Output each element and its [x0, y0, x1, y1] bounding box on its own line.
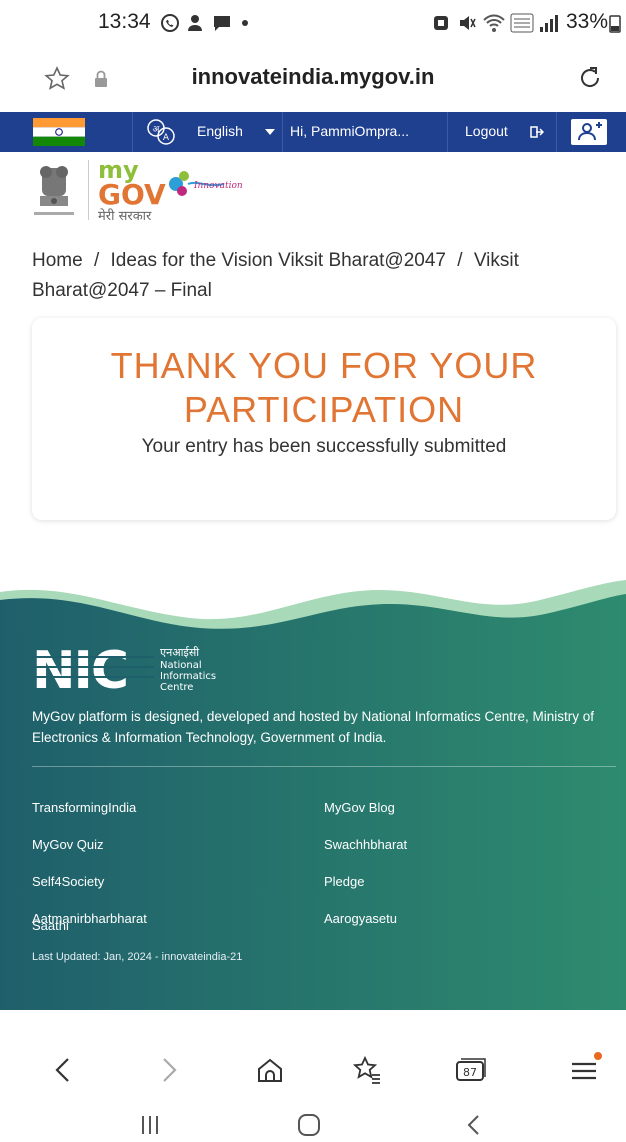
- home-icon[interactable]: [256, 1056, 284, 1084]
- footer-last-updated: Last Updated: Jan, 2024 - innovateindia-…: [32, 951, 243, 963]
- footer-link-mygov-quiz[interactable]: MyGov Quiz: [32, 837, 104, 852]
- forward-icon[interactable]: [158, 1056, 180, 1084]
- recent-apps-icon[interactable]: [138, 1114, 162, 1136]
- thank-you-title: THANK YOU FOR YOUR PARTICIPATION: [32, 344, 616, 432]
- url-text[interactable]: innovateindia.mygov.in: [0, 64, 626, 90]
- svg-text:A: A: [163, 133, 170, 143]
- svg-text:National: National: [160, 660, 202, 671]
- footer-background: [0, 580, 626, 1010]
- svg-text:NIC: NIC: [32, 644, 127, 696]
- notification-person-icon: [188, 15, 202, 31]
- svg-text:87: 87: [463, 1066, 477, 1079]
- breadcrumb: Home / Ideas for the Vision Viksit Bhara…: [32, 246, 592, 306]
- breadcrumb-separator: /: [93, 250, 100, 271]
- more-dot-icon: [242, 20, 248, 26]
- svg-text:मेरी सरकार: मेरी सरकार: [98, 208, 152, 224]
- footer-link-mygov-blog[interactable]: MyGov Blog: [324, 800, 395, 815]
- breadcrumb-separator: /: [457, 250, 463, 271]
- chevron-down-icon: [265, 129, 275, 135]
- thank-you-title-line1: THANK YOU FOR YOUR: [110, 345, 538, 386]
- svg-text:Centre: Centre: [160, 682, 193, 693]
- status-time: 13:34: [98, 10, 151, 33]
- thank-you-title-line2: PARTICIPATION: [183, 389, 465, 430]
- whatsapp-icon: [161, 14, 179, 32]
- svg-text:एनआईसी: एनआईसी: [160, 646, 199, 659]
- logout-link[interactable]: Logout: [465, 123, 508, 139]
- message-icon: [214, 16, 230, 31]
- svg-text:Innovation: Innovation: [193, 181, 243, 191]
- language-selector[interactable]: English: [197, 123, 243, 139]
- battery-percentage: 33%: [566, 10, 609, 33]
- svg-text:अ: अ: [153, 125, 161, 135]
- translate-icon[interactable]: अ A: [146, 118, 176, 146]
- svg-text:Informatics: Informatics: [160, 671, 216, 682]
- reload-icon[interactable]: [576, 64, 604, 92]
- footer-link-aarogyasetu[interactable]: Aarogyasetu: [324, 911, 397, 926]
- tabs-icon[interactable]: 87: [454, 1056, 488, 1084]
- svg-text:GOV: GOV: [98, 178, 166, 211]
- thank-you-card: THANK YOU FOR YOUR PARTICIPATION Your en…: [32, 318, 616, 520]
- footer-link-transformingindia[interactable]: TransformingIndia: [32, 800, 136, 815]
- footer-link-saathi[interactable]: Saathi: [32, 918, 69, 933]
- user-greeting[interactable]: Hi, PammiOmpra...: [290, 123, 409, 139]
- logout-icon[interactable]: [530, 125, 544, 139]
- site-footer: NIC एनआईसी National Informatics Centre M…: [0, 560, 626, 1010]
- national-emblem-icon: [34, 166, 74, 215]
- breadcrumb-section[interactable]: Ideas for the Vision Viksit Bharat@2047: [111, 250, 446, 271]
- browser-toolbar: 87: [0, 1040, 626, 1100]
- bookmarks-icon[interactable]: [352, 1055, 382, 1085]
- volte-icon: [510, 13, 534, 33]
- footer-description: MyGov platform is designed, developed an…: [32, 709, 595, 745]
- back-icon[interactable]: [52, 1056, 74, 1084]
- nic-logo[interactable]: NIC एनआईसी National Informatics Centre: [32, 644, 262, 696]
- menu-icon[interactable]: [568, 1050, 604, 1084]
- battery-icon: [609, 15, 621, 33]
- mute-icon: [460, 16, 476, 30]
- alarm-icon: [434, 16, 448, 30]
- footer-link-swachhbharat[interactable]: Swachhbharat: [324, 837, 407, 852]
- signal-icon: [540, 15, 558, 32]
- submission-success-message: Your entry has been successfully submitt…: [141, 436, 507, 457]
- logo-row: my GOV Innovation मेरी सरकार: [0, 156, 626, 226]
- footer-link-pledge[interactable]: Pledge: [324, 874, 364, 889]
- home-button-icon[interactable]: [296, 1112, 322, 1138]
- breadcrumb-home[interactable]: Home: [32, 250, 83, 271]
- accessibility-user-icon[interactable]: [570, 118, 608, 146]
- status-bar: 13:34 33%: [0, 0, 626, 46]
- top-navigation-bar: अ A English Hi, PammiOmpra... Logout: [0, 112, 626, 152]
- footer-link-self4society[interactable]: Self4Society: [32, 874, 104, 889]
- system-navigation-bar: [0, 1106, 626, 1142]
- browser-url-bar[interactable]: innovateindia.mygov.in: [0, 52, 626, 104]
- wifi-icon: [483, 14, 505, 32]
- india-flag-icon: [33, 118, 85, 146]
- footer-divider: [32, 766, 616, 767]
- system-back-icon[interactable]: [464, 1113, 484, 1137]
- mygov-logo[interactable]: my GOV Innovation मेरी सरकार: [94, 158, 264, 224]
